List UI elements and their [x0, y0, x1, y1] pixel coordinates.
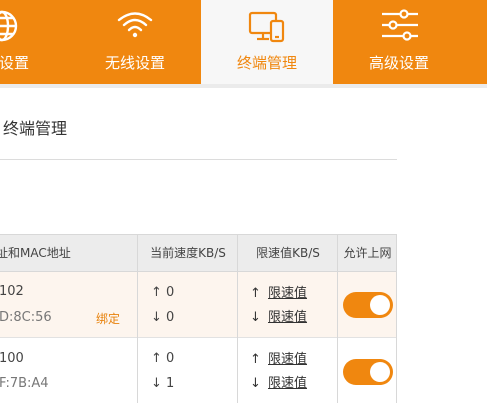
nav-tab-label: 无线设置 [104, 54, 165, 72]
device-ip: 100 [0, 351, 24, 366]
down-arrow: ↓ [250, 376, 261, 391]
download-limit-link[interactable]: 限速值 [268, 376, 307, 391]
column-header-speed-limit: 限速值KB/S [256, 246, 320, 260]
page-title: 终端管理 [3, 119, 68, 138]
up-arrow: ↑ [250, 286, 261, 301]
column-header-allow-internet: 允许上网 [343, 246, 392, 260]
allow-internet-toggle[interactable] [343, 359, 393, 385]
nav-tab-devices[interactable]: 终端管理 [201, 0, 333, 84]
title-divider [0, 159, 397, 160]
nav-tab-wireless[interactable]: 无线设置 [69, 0, 201, 84]
device-mac: F:7B:A4 [0, 376, 49, 391]
column-header-current-speed: 当前速度KB/S [150, 246, 226, 260]
nav-tab-label: 终端管理 [236, 54, 297, 72]
upload-limit-link[interactable]: 限速值 [268, 286, 307, 301]
device-table: 址和MAC地址 当前速度KB/S 限速值KB/S 允许上网 102 D:8C:5… [0, 234, 397, 403]
column-divider [237, 234, 238, 403]
column-divider [337, 234, 338, 403]
upload-speed: ↑ 0 [151, 351, 175, 366]
nav-tab-advanced[interactable]: 高级设置 [333, 0, 465, 84]
download-speed: ↓ 0 [151, 310, 175, 325]
device-ip: 102 [0, 284, 24, 299]
download-limit: ↓ 限速值 [250, 310, 307, 326]
nav-tab-label: 设置 [0, 54, 30, 72]
top-nav: 设置 无线设置 终端管理 高级设置 [0, 0, 487, 84]
toggle-knob [370, 362, 390, 382]
upload-speed: ↑ 0 [151, 285, 175, 300]
down-arrow: ↓ [250, 310, 261, 325]
column-divider [137, 234, 138, 403]
globe-icon [0, 8, 20, 44]
column-divider [396, 234, 397, 403]
device-mac: D:8C:56 [0, 310, 52, 325]
download-limit-link[interactable]: 限速值 [268, 310, 307, 325]
devices-icon [247, 10, 287, 44]
column-header-ip-mac: 址和MAC地址 [0, 246, 71, 260]
upload-limit: ↑ 限速值 [250, 352, 307, 368]
upload-limit-link[interactable]: 限速值 [268, 352, 307, 367]
wifi-icon [116, 10, 154, 40]
up-arrow: ↑ [250, 352, 261, 367]
allow-internet-toggle[interactable] [343, 292, 393, 318]
nav-tab-settings[interactable]: 设置 [0, 0, 69, 84]
bind-link[interactable]: 绑定 [96, 311, 120, 327]
toggle-knob [370, 295, 390, 315]
nav-divider [0, 84, 487, 88]
download-speed: ↓ 1 [151, 376, 175, 391]
sliders-icon [380, 9, 420, 41]
download-limit: ↓ 限速值 [250, 376, 307, 392]
nav-tab-label: 高级设置 [368, 54, 429, 72]
upload-limit: ↑ 限速值 [250, 286, 307, 302]
